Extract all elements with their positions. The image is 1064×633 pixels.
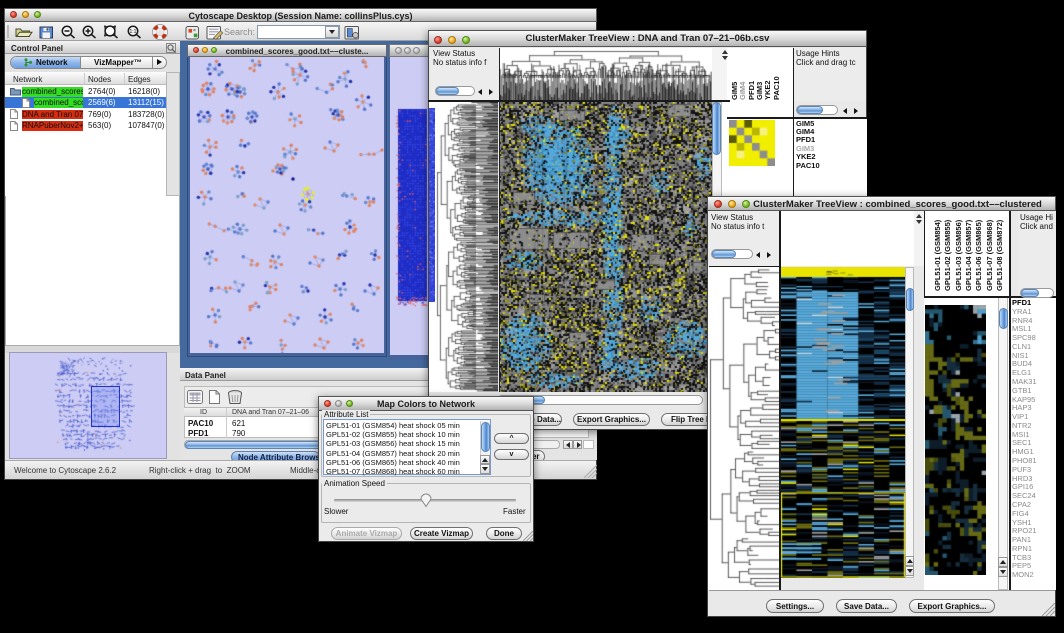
svg-text:1:1: 1:1 <box>130 29 137 35</box>
